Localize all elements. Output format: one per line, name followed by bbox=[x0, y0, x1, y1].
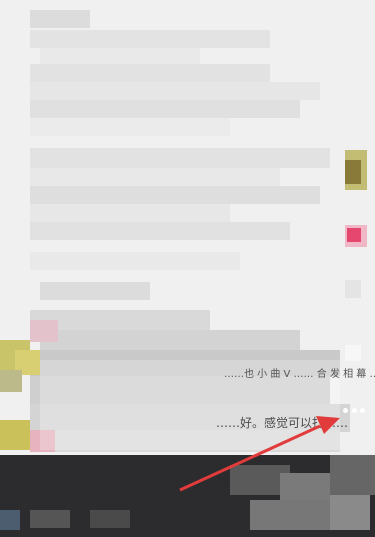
dot-3 bbox=[360, 407, 365, 413]
bottom-bar-pattern bbox=[0, 455, 375, 537]
more-dots-icon[interactable] bbox=[343, 405, 365, 415]
app-screen: ……也 小 曲 V …… 合 发 相 幕 …… ……好。感觉可以打…… bbox=[0, 0, 375, 537]
dot-2 bbox=[351, 407, 357, 413]
dot-1 bbox=[343, 407, 348, 413]
bottom-bar bbox=[0, 455, 375, 537]
caption-line-2: ……好。感觉可以打…… bbox=[216, 416, 349, 430]
caption-line-1: ……也 小 曲 V …… 合 发 相 幕 …… bbox=[224, 369, 375, 380]
